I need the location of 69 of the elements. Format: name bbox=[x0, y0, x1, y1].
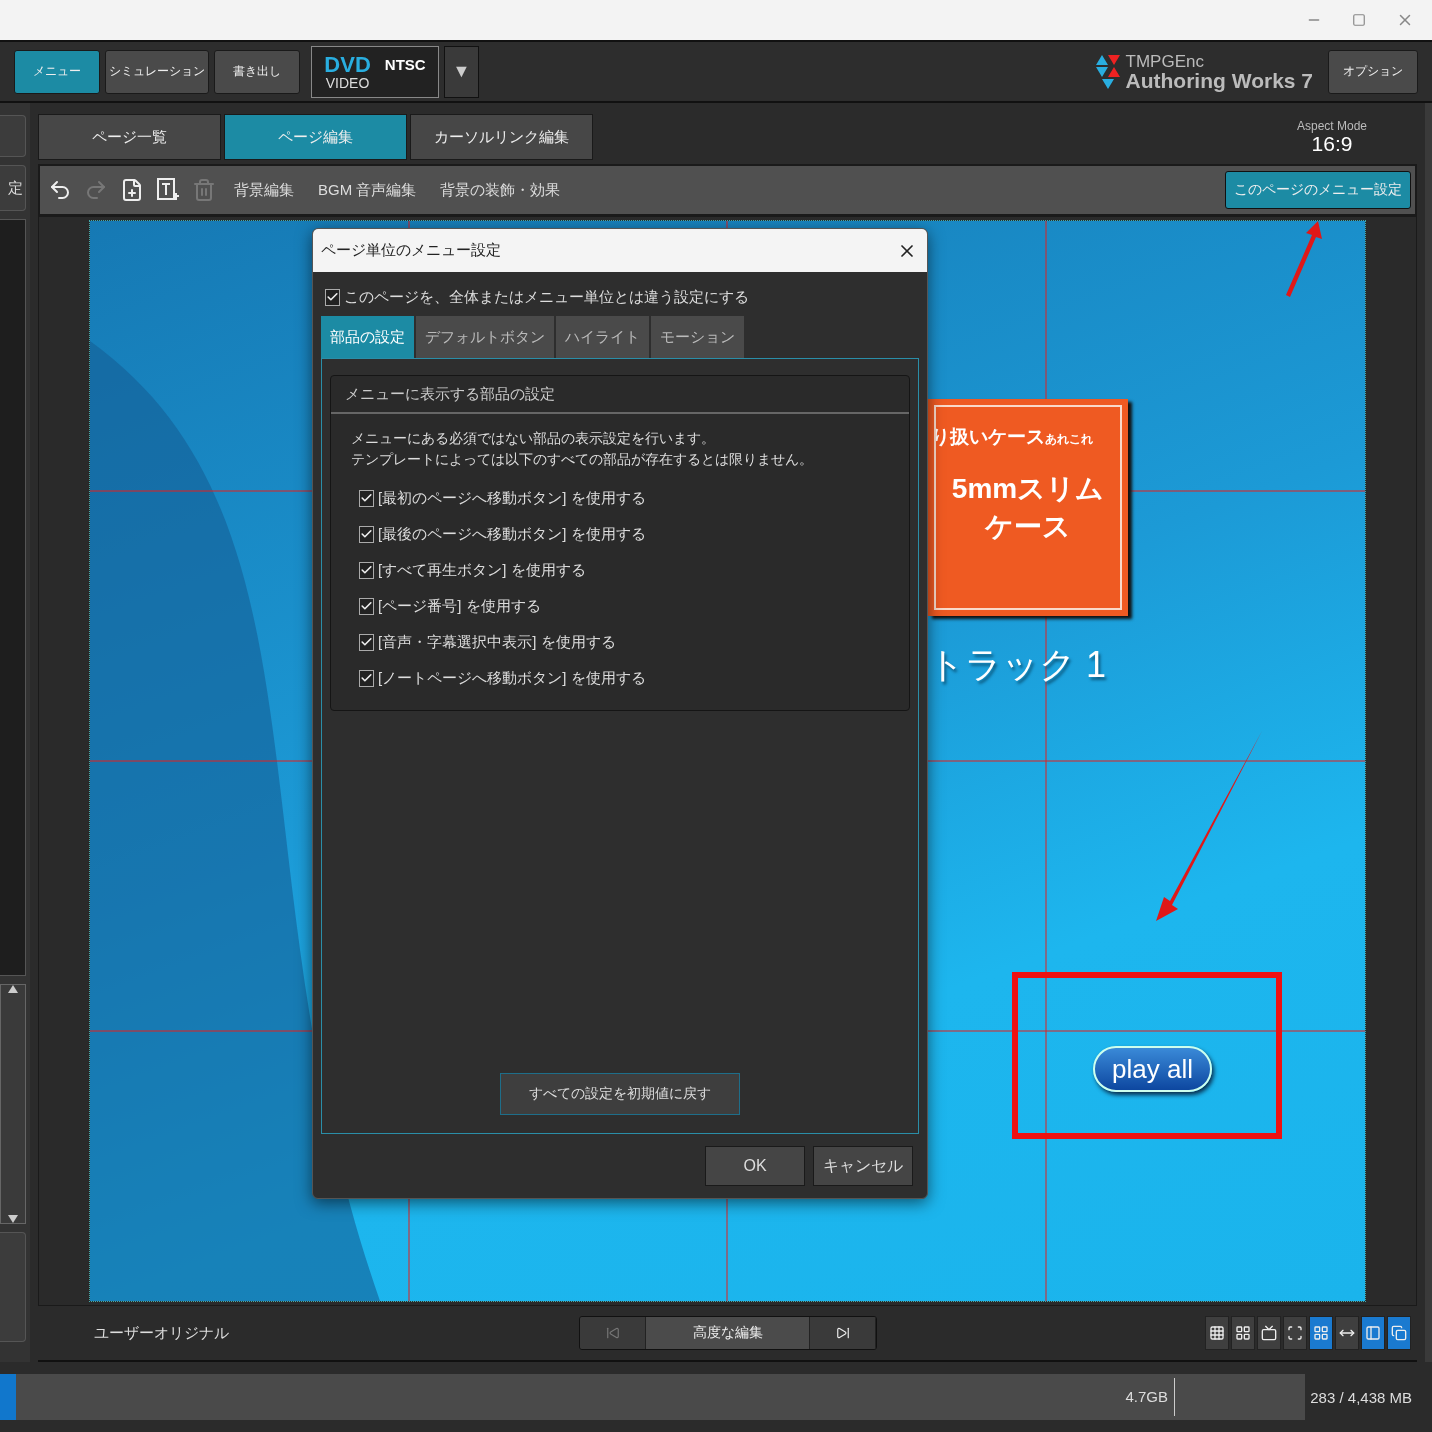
aspect-label: Aspect Mode bbox=[1296, 120, 1367, 133]
advanced-edit-button[interactable]: 高度な編集 bbox=[646, 1317, 810, 1350]
logo-icon bbox=[1095, 54, 1120, 89]
options-button[interactable]: オプション bbox=[1328, 49, 1418, 94]
maximize-icon[interactable] bbox=[1352, 13, 1366, 27]
track-title: トラック 1 bbox=[928, 643, 1107, 688]
toolbar-button[interactable]: BGM 音声編集 bbox=[312, 180, 423, 200]
mode-button[interactable]: 書き出し bbox=[214, 49, 300, 94]
description-text: テンプレートによっては以下のすべての部品が存在するとは限りません。 bbox=[351, 450, 814, 470]
add-page-icon[interactable] bbox=[120, 178, 144, 202]
align-icon[interactable] bbox=[1361, 1316, 1385, 1351]
mode-button[interactable]: メニュー bbox=[14, 49, 100, 94]
toolbar-button[interactable]: 背景編集 bbox=[228, 180, 300, 200]
frame-icon[interactable] bbox=[1283, 1316, 1307, 1351]
dialog-title: ページ単位のメニュー設定 bbox=[321, 241, 501, 261]
checkbox[interactable] bbox=[359, 561, 374, 579]
next-button[interactable] bbox=[810, 1317, 876, 1350]
scrollbar[interactable] bbox=[0, 984, 26, 1224]
down-arrow-icon[interactable] bbox=[8, 1215, 18, 1223]
sidebar-button[interactable]: 定 bbox=[0, 165, 26, 211]
dialog-button[interactable]: OK bbox=[705, 1146, 805, 1187]
undo-icon[interactable] bbox=[48, 178, 72, 202]
toolbar-button[interactable]: 背景の装飾・効果 bbox=[434, 180, 567, 200]
dialog-tab[interactable]: デフォルトボタン bbox=[416, 316, 554, 359]
group-title: メニューに表示する部品の設定 bbox=[345, 384, 555, 404]
capacity-label: 4.7GB bbox=[1125, 1378, 1175, 1416]
aspect-value: 16:9 bbox=[1311, 132, 1353, 155]
guides-icon[interactable] bbox=[1309, 1316, 1333, 1351]
size-text: 283 / 4,438 MB bbox=[1310, 1388, 1412, 1406]
skip-forward-icon[interactable] bbox=[835, 1326, 850, 1341]
checkbox[interactable] bbox=[359, 597, 374, 615]
template-name: ユーザーオリジナル bbox=[94, 1323, 230, 1343]
reset-button[interactable]: すべての設定を初期値に戻す bbox=[500, 1073, 740, 1116]
tv-safe-icon[interactable] bbox=[1257, 1316, 1281, 1351]
page-tab[interactable]: ページ編集 bbox=[224, 114, 407, 161]
stretch-icon[interactable] bbox=[1335, 1316, 1359, 1351]
dialog-tab[interactable]: ハイライト bbox=[556, 316, 649, 359]
page-tab[interactable]: ページ一覧 bbox=[38, 114, 221, 161]
card-text: 5mmスリム bbox=[951, 472, 1105, 507]
mode-button[interactable]: シミュレーション bbox=[105, 49, 209, 94]
checkbox[interactable] bbox=[359, 489, 374, 507]
copy-icon[interactable] bbox=[1387, 1316, 1411, 1351]
grid-icon[interactable] bbox=[1205, 1316, 1229, 1351]
checkbox-label: [すべて再生ボタン] を使用する bbox=[378, 560, 586, 580]
play-all-button[interactable]: play all bbox=[1093, 1046, 1212, 1093]
dialog-tab[interactable]: モーション bbox=[651, 316, 744, 359]
dialog-button[interactable]: キャンセル bbox=[813, 1146, 913, 1187]
layout-icon[interactable] bbox=[1231, 1316, 1255, 1351]
disc-format-badge: DVD VIDEO NTSC bbox=[311, 45, 439, 98]
checkbox[interactable] bbox=[359, 669, 374, 687]
checkbox-label: [ページ番号] を使用する bbox=[378, 596, 541, 616]
dialog-tab[interactable]: 部品の設定 bbox=[321, 316, 414, 359]
add-text-icon[interactable] bbox=[156, 177, 180, 203]
card-text: ケース bbox=[985, 510, 1071, 545]
logo-text: TMPGEnc Authoring Works 7 bbox=[1125, 52, 1313, 91]
checkbox[interactable] bbox=[325, 288, 340, 306]
dropdown-button[interactable]: ▼ bbox=[444, 45, 479, 98]
page-tab[interactable]: カーソルリンク編集 bbox=[410, 114, 593, 161]
checkbox-label: [音声・字幕選択中表示] を使用する bbox=[378, 632, 616, 652]
checkbox[interactable] bbox=[359, 633, 374, 651]
checkbox[interactable] bbox=[359, 525, 374, 543]
checkbox-label: [最初のページへ移動ボタン] を使用する bbox=[378, 488, 646, 508]
page-menu-settings-button[interactable]: このページのメニュー設定 bbox=[1225, 171, 1411, 209]
checkbox-label: このページを、全体またはメニュー単位とは違う設定にする bbox=[344, 287, 749, 307]
up-arrow-icon[interactable] bbox=[8, 985, 18, 993]
checkbox-label: [ノートページへ移動ボタン] を使用する bbox=[378, 668, 646, 688]
checkbox-label: [最後のページへ移動ボタン] を使用する bbox=[378, 524, 646, 544]
skip-back-icon[interactable] bbox=[605, 1326, 620, 1341]
description-text: メニューにある必須ではない部品の表示設定を行います。 bbox=[351, 429, 716, 449]
